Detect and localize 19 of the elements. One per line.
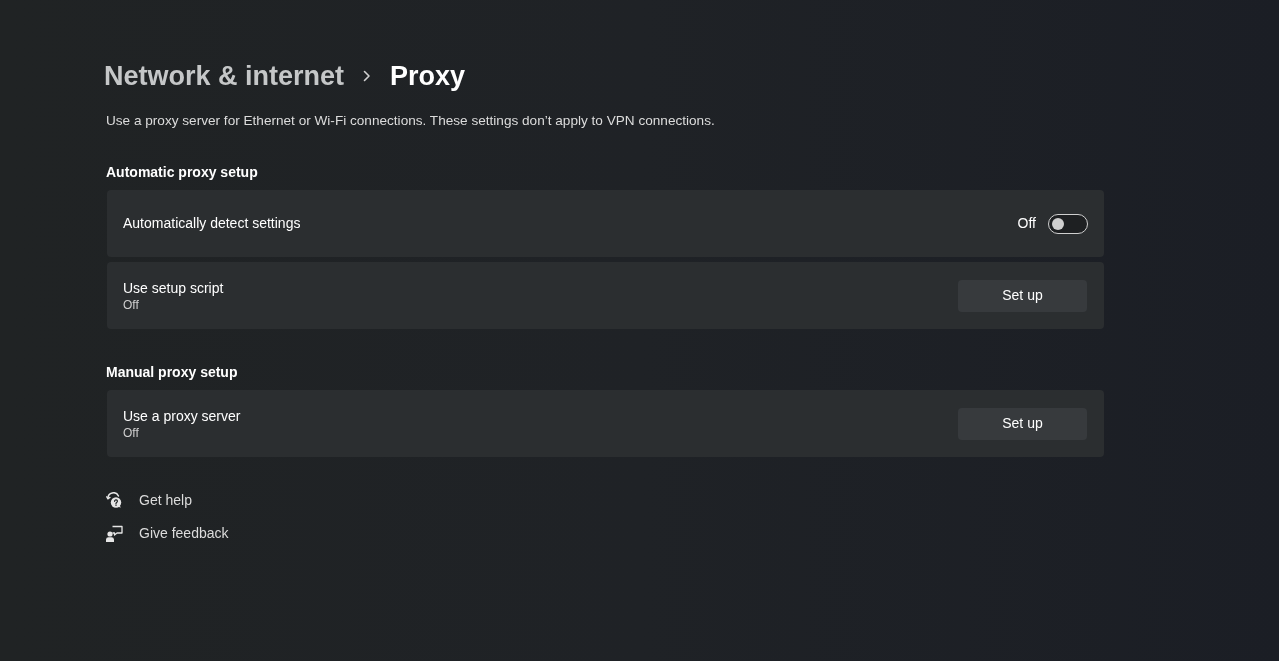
- section-heading: Automatic proxy setup: [106, 163, 259, 181]
- page-description: Use a proxy server for Ethernet or Wi-Fi connections. These settings don’t apply to VPN connections.: [105, 112, 716, 130]
- set-up-button[interactable]: Set up: [958, 279, 1087, 312]
- toggle-switch[interactable]: [1048, 213, 1088, 234]
- help-link[interactable]: Get help: [139, 490, 192, 511]
- setting-status: Off: [123, 296, 140, 313]
- setting-label: Use a proxy server: [123, 406, 241, 425]
- person-feedback-icon: [106, 525, 123, 542]
- set-up-button[interactable]: Set up: [958, 407, 1087, 440]
- section-heading: Manual proxy setup: [106, 363, 239, 381]
- help-bubble-icon: [106, 492, 123, 509]
- page-title: Proxy: [390, 59, 466, 93]
- setting-label: Use setup script: [123, 278, 224, 297]
- toggle-state-text: Off: [1017, 214, 1036, 233]
- setting-status: Off: [123, 424, 140, 441]
- breadcrumb-link[interactable]: Network & internet: [104, 55, 345, 97]
- setting-label: Automatically detect settings: [123, 214, 301, 233]
- chevron-right-icon: [363, 70, 372, 82]
- feedback-link[interactable]: Give feedback: [139, 523, 229, 544]
